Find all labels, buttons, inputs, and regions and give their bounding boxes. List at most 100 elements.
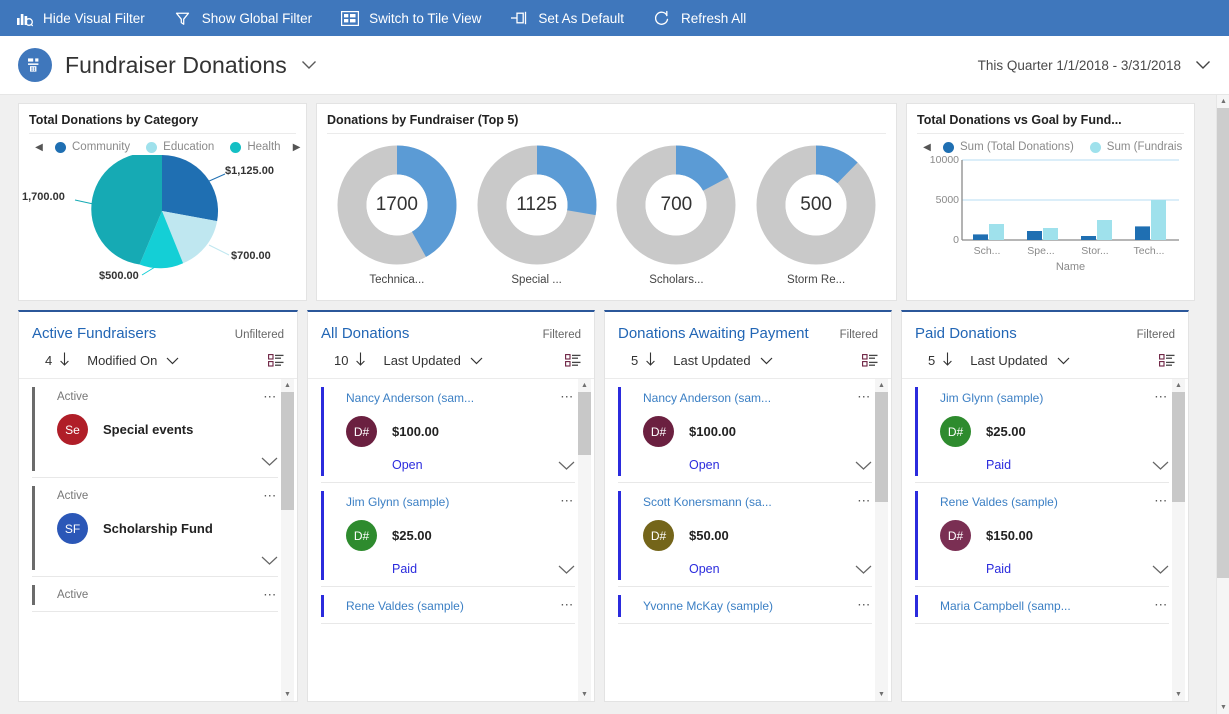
donut-scholarship[interactable]: 700 Scholars...	[607, 144, 747, 286]
card-link[interactable]: Yvonne McKay (sample)	[643, 599, 773, 613]
scroll-down-icon[interactable]: ▼	[578, 688, 591, 701]
chevron-down-icon[interactable]	[1195, 60, 1211, 70]
list-layout-icon[interactable]	[1159, 354, 1175, 367]
left-arrow-icon[interactable]: ◀	[31, 142, 47, 153]
refresh-all-button[interactable]: Refresh All	[652, 0, 760, 36]
chevron-down-icon[interactable]	[855, 461, 872, 470]
list-item[interactable]: Yvonne McKay (sample) ⋯	[618, 587, 872, 624]
status-badge[interactable]: Open	[689, 458, 720, 472]
stream-title[interactable]: Paid Donations	[915, 325, 1017, 342]
left-arrow-icon[interactable]: ◀	[919, 142, 935, 153]
chevron-down-icon[interactable]	[261, 457, 278, 466]
scroll-down-icon[interactable]: ▼	[281, 688, 294, 701]
more-options-icon[interactable]: ⋯	[560, 599, 575, 610]
status-badge[interactable]: Paid	[986, 562, 1011, 576]
chevron-down-icon[interactable]	[261, 556, 278, 565]
chevron-down-icon[interactable]	[558, 565, 575, 574]
list-item[interactable]: Jim Glynn (sample) ⋯ D# $25.00 Paid	[321, 483, 575, 587]
down-arrow-icon[interactable]	[59, 352, 70, 369]
more-options-icon[interactable]: ⋯	[560, 495, 575, 506]
card-link[interactable]: Nancy Anderson (sam...	[346, 391, 474, 405]
status-badge[interactable]: Paid	[392, 562, 417, 576]
scrollbar-thumb[interactable]	[578, 392, 591, 455]
stream-scrollbar[interactable]: ▲ ▼	[578, 379, 591, 701]
scrollbar-thumb[interactable]	[875, 392, 888, 502]
card-link[interactable]: Scott Konersmann (sa...	[643, 495, 772, 509]
sort-selector[interactable]: Last Updated	[673, 353, 772, 368]
set-as-default-button[interactable]: Set As Default	[509, 0, 638, 36]
chevron-down-icon[interactable]	[1057, 357, 1070, 365]
scroll-down-icon[interactable]: ▼	[1172, 688, 1185, 701]
tile-donations-by-fundraiser[interactable]: Donations by Fundraiser (Top 5) 1700 Tec…	[316, 103, 897, 301]
tile-total-donations-vs-goal[interactable]: Total Donations vs Goal by Fund... ◀ Sum…	[906, 103, 1195, 301]
more-options-icon[interactable]: ⋯	[263, 490, 278, 501]
chevron-down-icon[interactable]	[558, 461, 575, 470]
stream-title[interactable]: Donations Awaiting Payment	[618, 325, 809, 342]
status-badge[interactable]: Open	[392, 458, 423, 472]
more-options-icon[interactable]: ⋯	[1154, 391, 1169, 402]
scrollbar-thumb[interactable]	[281, 392, 294, 510]
scroll-down-icon[interactable]: ▼	[1217, 701, 1229, 714]
donut-special-events[interactable]: 1125 Special ...	[467, 144, 607, 286]
chevron-down-icon[interactable]	[301, 60, 317, 70]
page-scrollbar[interactable]: ▲ ▼	[1216, 95, 1229, 714]
sort-selector[interactable]: Last Updated	[383, 353, 482, 368]
list-item[interactable]: Active ⋯ Se Special events	[32, 379, 278, 478]
tile-total-donations-by-category[interactable]: Total Donations by Category ◀ Community …	[18, 103, 307, 301]
card-link[interactable]: Maria Campbell (samp...	[940, 599, 1071, 613]
more-options-icon[interactable]: ⋯	[1154, 599, 1169, 610]
down-arrow-icon[interactable]	[355, 352, 366, 369]
list-item[interactable]: Active ⋯	[32, 577, 278, 612]
more-options-icon[interactable]: ⋯	[1154, 495, 1169, 506]
stream-list[interactable]: Active ⋯ Se Special events	[19, 379, 297, 701]
list-item[interactable]: Jim Glynn (sample) ⋯ D# $25.00 Paid	[915, 379, 1169, 483]
time-period-selector[interactable]: This Quarter 1/1/2018 - 3/31/2018	[978, 58, 1211, 73]
chevron-down-icon[interactable]	[855, 565, 872, 574]
chevron-down-icon[interactable]	[1152, 565, 1169, 574]
scrollbar-thumb[interactable]	[1172, 392, 1185, 502]
card-link[interactable]: Jim Glynn (sample)	[940, 391, 1043, 405]
right-arrow-icon[interactable]: ▶	[289, 142, 305, 153]
more-options-icon[interactable]: ⋯	[857, 391, 872, 402]
scroll-up-icon[interactable]: ▲	[1217, 95, 1229, 108]
right-arrow-icon[interactable]: ▶	[1190, 142, 1195, 153]
more-options-icon[interactable]: ⋯	[263, 589, 278, 600]
scrollbar-thumb[interactable]	[1217, 108, 1229, 578]
stream-paid-donations[interactable]: Paid Donations Filtered 5 Last Updated	[901, 310, 1189, 702]
list-item[interactable]: Rene Valdes (sample) ⋯ D# $150.00 Paid	[915, 483, 1169, 587]
list-item[interactable]: Rene Valdes (sample) ⋯	[321, 587, 575, 624]
list-layout-icon[interactable]	[268, 354, 284, 367]
stream-title[interactable]: All Donations	[321, 325, 409, 342]
list-layout-icon[interactable]	[565, 354, 581, 367]
donut-storm-relief[interactable]: 500 Storm Re...	[746, 144, 886, 286]
more-options-icon[interactable]: ⋯	[263, 391, 278, 402]
card-link[interactable]: Jim Glynn (sample)	[346, 495, 449, 509]
status-badge[interactable]: Open	[689, 562, 720, 576]
scroll-down-icon[interactable]: ▼	[875, 688, 888, 701]
show-global-filter-button[interactable]: Show Global Filter	[173, 0, 326, 36]
sort-selector[interactable]: Modified On	[87, 353, 179, 368]
legend-item-education[interactable]: Education	[146, 141, 214, 153]
stream-active-fundraisers[interactable]: Active Fundraisers Unfiltered 4 Modified…	[18, 310, 298, 702]
list-item[interactable]: Scott Konersmann (sa... ⋯ D# $50.00 Open	[618, 483, 872, 587]
status-badge[interactable]: Paid	[986, 458, 1011, 472]
scroll-up-icon[interactable]: ▲	[281, 379, 294, 392]
list-item[interactable]: Maria Campbell (samp... ⋯	[915, 587, 1169, 624]
stream-scrollbar[interactable]: ▲ ▼	[1172, 379, 1185, 701]
down-arrow-icon[interactable]	[942, 352, 953, 369]
legend-item-fundraiser-goal[interactable]: Sum (Fundrais	[1090, 141, 1182, 153]
scroll-up-icon[interactable]: ▲	[1172, 379, 1185, 392]
stream-donations-awaiting-payment[interactable]: Donations Awaiting Payment Filtered 5 La…	[604, 310, 892, 702]
switch-to-tile-view-button[interactable]: Switch to Tile View	[340, 0, 495, 36]
legend-item-community[interactable]: Community	[55, 141, 130, 153]
legend-item-health[interactable]: Health	[230, 141, 280, 153]
more-options-icon[interactable]: ⋯	[857, 599, 872, 610]
legend-item-total-donations[interactable]: Sum (Total Donations)	[943, 141, 1074, 153]
more-options-icon[interactable]: ⋯	[560, 391, 575, 402]
stream-all-donations[interactable]: All Donations Filtered 10 Last Updated	[307, 310, 595, 702]
card-link[interactable]: Rene Valdes (sample)	[940, 495, 1058, 509]
stream-list[interactable]: Nancy Anderson (sam... ⋯ D# $100.00 Open	[308, 379, 594, 701]
chevron-down-icon[interactable]	[760, 357, 773, 365]
list-item[interactable]: Nancy Anderson (sam... ⋯ D# $100.00 Open	[321, 379, 575, 483]
list-item[interactable]: Nancy Anderson (sam... ⋯ D# $100.00 Open	[618, 379, 872, 483]
